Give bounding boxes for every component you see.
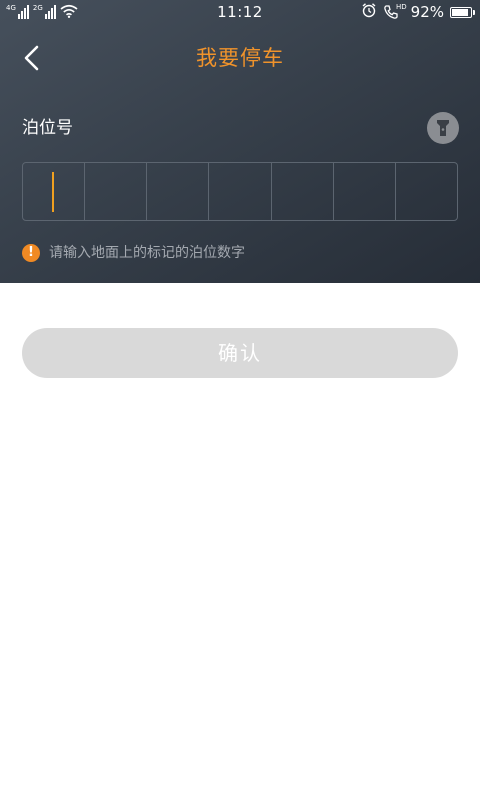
flashlight-button[interactable] bbox=[427, 112, 459, 144]
hint-row: ! 请输入地面上的标记的泊位数字 bbox=[22, 242, 245, 264]
battery-percent: 92% bbox=[410, 3, 444, 21]
volte-call-icon: HD bbox=[383, 3, 407, 20]
digit-cell-2[interactable] bbox=[85, 163, 148, 220]
parking-screen: 4G 2G 11:12 HD 92% 我要停车 泊位号 ! 请输入地面上的标记的… bbox=[0, 0, 480, 800]
warning-icon: ! bbox=[22, 244, 40, 262]
digit-cell-3[interactable] bbox=[147, 163, 210, 220]
text-caret bbox=[52, 172, 54, 212]
digit-cell-1[interactable] bbox=[23, 163, 86, 220]
confirm-button[interactable]: 确认 bbox=[22, 328, 458, 378]
berth-number-input[interactable] bbox=[22, 162, 458, 221]
hd-label: HD bbox=[396, 3, 407, 11]
page-title: 我要停车 bbox=[196, 46, 284, 70]
berth-number-label: 泊位号 bbox=[22, 118, 73, 138]
battery-fill bbox=[452, 8, 468, 16]
digit-cell-7[interactable] bbox=[396, 163, 457, 220]
status-bar: 4G 2G 11:12 HD 92% bbox=[0, 0, 480, 24]
hint-text: 请输入地面上的标记的泊位数字 bbox=[49, 245, 245, 261]
digit-cell-5[interactable] bbox=[272, 163, 334, 220]
top-panel: 4G 2G 11:12 HD 92% 我要停车 泊位号 ! 请输入地面上的标记的… bbox=[0, 0, 480, 283]
status-right: HD 92% bbox=[361, 2, 475, 22]
battery-tip bbox=[473, 9, 475, 15]
digit-cell-4[interactable] bbox=[209, 163, 272, 220]
alarm-icon bbox=[361, 2, 377, 22]
flashlight-icon bbox=[437, 120, 449, 136]
digit-cell-6[interactable] bbox=[334, 163, 396, 220]
battery-icon bbox=[450, 6, 475, 18]
